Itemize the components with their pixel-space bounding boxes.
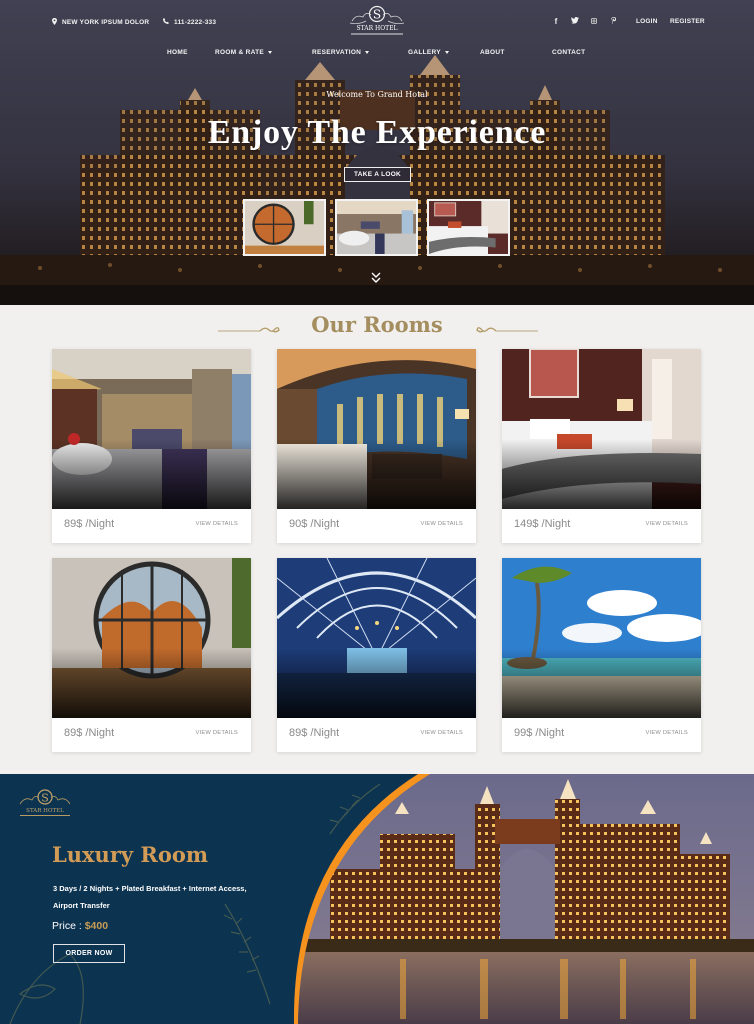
image-gradient <box>502 648 701 718</box>
room-image <box>52 349 251 509</box>
room-price: 99$ /Night <box>514 727 565 739</box>
luxury-room-title: Luxury Room <box>52 842 209 867</box>
hero-welcome-text: Welcome To Grand Hotal <box>326 90 428 99</box>
hero-section: NEW YORK IPSUM DOLOR 111-2222-333 f LOGI… <box>0 0 754 305</box>
nav-reservation-label: RESERVATION <box>312 49 362 56</box>
room-card-junior-suite[interactable]: Junior Suite 149$ /Night VIEW DETAILS <box>502 349 701 543</box>
thumbnail-bedroom[interactable] <box>427 199 510 256</box>
nav-home-label: HOME <box>167 49 188 56</box>
banner-logo-letter: S <box>41 792 49 805</box>
nav-gallery-label: GALLERY <box>408 49 441 56</box>
price-value: $400 <box>84 920 109 932</box>
nav-gallery[interactable]: GALLERY <box>408 49 449 56</box>
login-link[interactable]: LOGIN <box>636 18 658 25</box>
room-image <box>502 558 701 718</box>
star-hotel-logo[interactable]: S STAR HOTEL <box>346 3 408 37</box>
luxury-room-description: 3 Days / 2 Nights + Plated Breakfast + I… <box>53 884 247 910</box>
image-gradient <box>52 439 251 509</box>
twitter-icon[interactable] <box>571 17 579 26</box>
register-link[interactable]: REGISTER <box>670 18 705 25</box>
room-card-ocean-view-room[interactable]: Ocean View Room 99$ /Night VIEW DETAILS <box>502 558 701 752</box>
room-price: 89$ /Night <box>289 727 340 739</box>
phone-info: 111-2222-333 <box>163 18 216 26</box>
location-text: NEW YORK IPSUM DOLOR <box>62 19 150 26</box>
thumbnail-suite-living-room[interactable] <box>335 199 418 256</box>
room-image <box>502 349 701 509</box>
title-flourish-right-icon <box>476 327 538 333</box>
room-price: 89$ /Night <box>64 727 115 739</box>
image-gradient <box>277 439 476 509</box>
social-links: f <box>552 17 617 26</box>
room-card-family-room[interactable]: Family Room 89$ /Night VIEW DETAILS <box>52 558 251 752</box>
nav-room-rate-label: ROOM & RATE <box>215 49 265 56</box>
luxury-room-banner: S STAR HOTEL Luxury Room 3 Days / 2 Nigh… <box>0 774 754 1024</box>
map-pin-icon <box>52 18 57 27</box>
hero-overlay <box>0 0 754 305</box>
room-card-executive-room[interactable]: Executive Room 90$ /Night VIEW DETAILS <box>277 349 476 543</box>
room-image <box>52 558 251 718</box>
room-card-deluxe-suite[interactable]: Deluxe Suite 89$ /Night VIEW DETAILS <box>52 349 251 543</box>
hero-headline: Enjoy The Experience <box>207 114 547 151</box>
banner-logo-text: STAR HOTEL <box>26 808 64 814</box>
facebook-icon[interactable]: f <box>552 17 560 26</box>
banner-star-hotel-logo: S STAR HOTEL <box>16 787 74 819</box>
room-price: 90$ /Night <box>289 518 340 530</box>
image-gradient <box>277 648 476 718</box>
instagram-icon[interactable] <box>590 17 598 26</box>
room-card-connecting-rooms[interactable]: Connecting Rooms 89$ /Night VIEW DETAILS <box>277 558 476 752</box>
nav-room-rate[interactable]: ROOM & RATE <box>215 49 273 56</box>
room-price: 89$ /Night <box>64 518 115 530</box>
nav-about-label: ABOUT <box>480 49 505 56</box>
view-details-link[interactable]: VIEW DETAILS <box>420 730 463 736</box>
view-details-link[interactable]: VIEW DETAILS <box>195 521 238 527</box>
hero-thumbnails <box>243 199 510 256</box>
view-details-link[interactable]: VIEW DETAILS <box>420 521 463 527</box>
phone-icon <box>163 18 169 26</box>
view-details-link[interactable]: VIEW DETAILS <box>645 521 688 527</box>
logo-text: STAR HOTEL <box>356 25 397 32</box>
nav-contact-label: CONTACT <box>552 49 586 56</box>
nav-about[interactable]: ABOUT <box>480 49 505 56</box>
order-now-button[interactable]: ORDER NOW <box>53 944 125 963</box>
take-a-look-button[interactable]: TAKE A LOOK <box>344 167 411 182</box>
view-details-link[interactable]: VIEW DETAILS <box>645 730 688 736</box>
thumbnail-round-window-room[interactable] <box>243 199 326 256</box>
caret-down-icon <box>444 50 449 54</box>
room-image <box>277 558 476 718</box>
pinterest-icon[interactable] <box>609 17 617 26</box>
image-gradient <box>52 648 251 718</box>
room-image <box>277 349 476 509</box>
view-details-link[interactable]: VIEW DETAILS <box>195 730 238 736</box>
our-rooms-title: Our Rooms <box>311 312 443 337</box>
location-info: NEW YORK IPSUM DOLOR <box>52 18 149 27</box>
phone-text: 111-2222-333 <box>174 18 217 26</box>
logo-letter: S <box>373 8 381 22</box>
caret-down-icon <box>268 50 273 54</box>
caret-down-icon <box>365 50 370 54</box>
nav-reservation[interactable]: RESERVATION <box>312 49 370 56</box>
luxury-room-price: Price : $400 <box>52 920 108 932</box>
image-gradient <box>502 439 701 509</box>
scroll-down-icon[interactable] <box>371 271 381 283</box>
nav-home[interactable]: HOME <box>167 49 188 56</box>
price-label: Price : <box>52 920 85 932</box>
room-price: 149$ /Night <box>514 518 571 530</box>
nav-contact[interactable]: CONTACT <box>552 49 585 56</box>
